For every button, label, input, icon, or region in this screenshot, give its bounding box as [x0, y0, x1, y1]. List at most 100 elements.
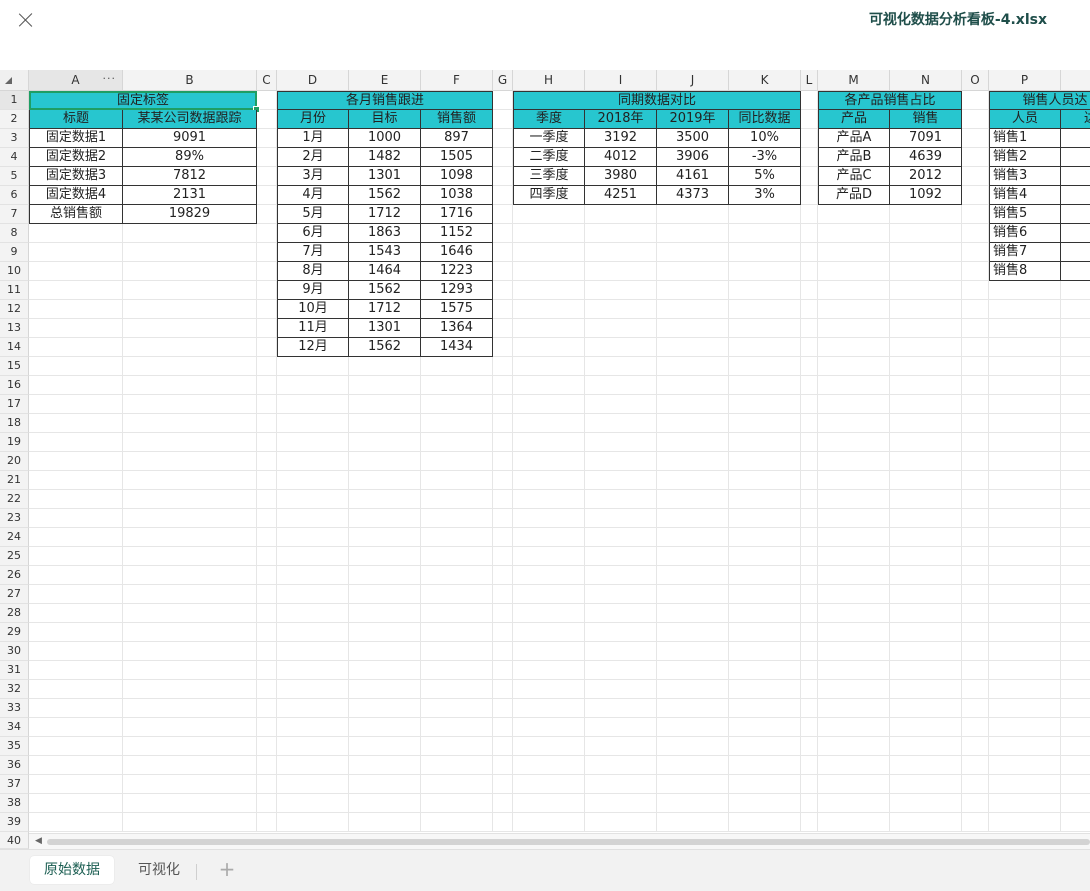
- row-header-24[interactable]: 24: [0, 528, 29, 547]
- staff-data-cell[interactable]: [1061, 243, 1090, 262]
- staff-title-cell[interactable]: 销售人员达: [989, 91, 1090, 110]
- row-header-1[interactable]: 1: [0, 91, 29, 110]
- column-header-j[interactable]: J: [657, 70, 729, 91]
- monthly-data-cell[interactable]: 1000: [349, 129, 421, 148]
- row-header-34[interactable]: 34: [0, 718, 29, 737]
- column-header-g[interactable]: G: [493, 70, 513, 91]
- scroll-left-icon[interactable]: ◀: [35, 836, 42, 846]
- monthly-data-cell[interactable]: 1464: [349, 262, 421, 281]
- product-header-cell[interactable]: 销售: [890, 110, 962, 129]
- staff-data-cell[interactable]: [1061, 148, 1090, 167]
- column-menu-icon[interactable]: ···: [103, 69, 117, 89]
- close-icon[interactable]: [14, 8, 38, 32]
- column-header-k[interactable]: K: [729, 70, 801, 91]
- yoy-data-cell[interactable]: 四季度: [513, 186, 585, 205]
- fixed-data-cell[interactable]: 固定数据2: [29, 148, 123, 167]
- sheet-tab-raw-data[interactable]: 原始数据: [30, 856, 114, 884]
- monthly-data-cell[interactable]: 3月: [277, 167, 349, 186]
- monthly-data-cell[interactable]: 8月: [277, 262, 349, 281]
- column-header-m[interactable]: M: [818, 70, 890, 91]
- yoy-header-cell[interactable]: 同比数据: [729, 110, 801, 129]
- sheet-tab-visualization[interactable]: 可视化: [124, 856, 194, 884]
- product-data-cell[interactable]: 2012: [890, 167, 962, 186]
- row-header-13[interactable]: 13: [0, 319, 29, 338]
- column-header-i[interactable]: I: [585, 70, 657, 91]
- monthly-data-cell[interactable]: 1434: [421, 338, 493, 357]
- fixed-data-cell[interactable]: 固定数据3: [29, 167, 123, 186]
- row-header-33[interactable]: 33: [0, 699, 29, 718]
- monthly-data-cell[interactable]: 1038: [421, 186, 493, 205]
- yoy-data-cell[interactable]: 二季度: [513, 148, 585, 167]
- monthly-data-cell[interactable]: 1646: [421, 243, 493, 262]
- fixed-data-cell[interactable]: 固定数据4: [29, 186, 123, 205]
- monthly-header-cell[interactable]: 目标: [349, 110, 421, 129]
- column-header-h[interactable]: H: [513, 70, 585, 91]
- fixed-header-cell[interactable]: 某某公司数据跟踪: [123, 110, 257, 129]
- fixed-data-cell[interactable]: 固定数据1: [29, 129, 123, 148]
- column-header-f[interactable]: F: [421, 70, 493, 91]
- staff-data-cell[interactable]: [1061, 186, 1090, 205]
- column-header-b[interactable]: B: [123, 70, 257, 91]
- row-header-38[interactable]: 38: [0, 794, 29, 813]
- staff-data-cell[interactable]: 销售3: [989, 167, 1061, 186]
- monthly-header-cell[interactable]: 销售额: [421, 110, 493, 129]
- staff-data-cell[interactable]: [1061, 205, 1090, 224]
- yoy-data-cell[interactable]: 4251: [585, 186, 657, 205]
- row-header-25[interactable]: 25: [0, 547, 29, 566]
- staff-data-cell[interactable]: 销售2: [989, 148, 1061, 167]
- monthly-data-cell[interactable]: 1562: [349, 338, 421, 357]
- yoy-header-cell[interactable]: 季度: [513, 110, 585, 129]
- monthly-data-cell[interactable]: 2月: [277, 148, 349, 167]
- monthly-data-cell[interactable]: 1482: [349, 148, 421, 167]
- row-header-5[interactable]: 5: [0, 167, 29, 186]
- product-data-cell[interactable]: 产品B: [818, 148, 890, 167]
- fixed-header-cell[interactable]: 标题: [29, 110, 123, 129]
- monthly-data-cell[interactable]: 897: [421, 129, 493, 148]
- yoy-data-cell[interactable]: 10%: [729, 129, 801, 148]
- product-data-cell[interactable]: 产品C: [818, 167, 890, 186]
- column-header-n[interactable]: N: [890, 70, 962, 91]
- fixed-data-cell[interactable]: 7812: [123, 167, 257, 186]
- fixed-data-cell[interactable]: 总销售额: [29, 205, 123, 224]
- row-header-14[interactable]: 14: [0, 338, 29, 357]
- row-header-36[interactable]: 36: [0, 756, 29, 775]
- row-header-32[interactable]: 32: [0, 680, 29, 699]
- column-header-a[interactable]: A ···: [29, 70, 123, 91]
- row-header-11[interactable]: 11: [0, 281, 29, 300]
- monthly-data-cell[interactable]: 9月: [277, 281, 349, 300]
- yoy-data-cell[interactable]: 3%: [729, 186, 801, 205]
- fixed-title-cell[interactable]: 固定标签: [29, 91, 257, 110]
- add-sheet-button[interactable]: +: [216, 858, 238, 880]
- yoy-data-cell[interactable]: 一季度: [513, 129, 585, 148]
- staff-data-cell[interactable]: 销售5: [989, 205, 1061, 224]
- monthly-title-cell[interactable]: 各月销售跟进: [277, 91, 493, 110]
- product-data-cell[interactable]: 4639: [890, 148, 962, 167]
- monthly-data-cell[interactable]: 1562: [349, 186, 421, 205]
- product-title-cell[interactable]: 各产品销售占比: [818, 91, 962, 110]
- monthly-data-cell[interactable]: 1364: [421, 319, 493, 338]
- row-header-15[interactable]: 15: [0, 357, 29, 376]
- monthly-data-cell[interactable]: 6月: [277, 224, 349, 243]
- monthly-data-cell[interactable]: 10月: [277, 300, 349, 319]
- monthly-data-cell[interactable]: 1543: [349, 243, 421, 262]
- monthly-data-cell[interactable]: 1月: [277, 129, 349, 148]
- yoy-data-cell[interactable]: 4161: [657, 167, 729, 186]
- row-header-22[interactable]: 22: [0, 490, 29, 509]
- monthly-data-cell[interactable]: 7月: [277, 243, 349, 262]
- row-header-19[interactable]: 19: [0, 433, 29, 452]
- yoy-data-cell[interactable]: -3%: [729, 148, 801, 167]
- staff-data-cell[interactable]: [1061, 262, 1090, 281]
- row-header-9[interactable]: 9: [0, 243, 29, 262]
- horizontal-scrollbar[interactable]: ◀: [29, 833, 1090, 850]
- monthly-data-cell[interactable]: 1575: [421, 300, 493, 319]
- column-header-l[interactable]: L: [801, 70, 818, 91]
- select-all-corner[interactable]: [0, 70, 29, 91]
- row-header-18[interactable]: 18: [0, 414, 29, 433]
- yoy-data-cell[interactable]: 3906: [657, 148, 729, 167]
- row-header-37[interactable]: 37: [0, 775, 29, 794]
- monthly-data-cell[interactable]: 1562: [349, 281, 421, 300]
- staff-data-cell[interactable]: 销售6: [989, 224, 1061, 243]
- row-header-26[interactable]: 26: [0, 566, 29, 585]
- row-header-16[interactable]: 16: [0, 376, 29, 395]
- column-header-c[interactable]: C: [257, 70, 277, 91]
